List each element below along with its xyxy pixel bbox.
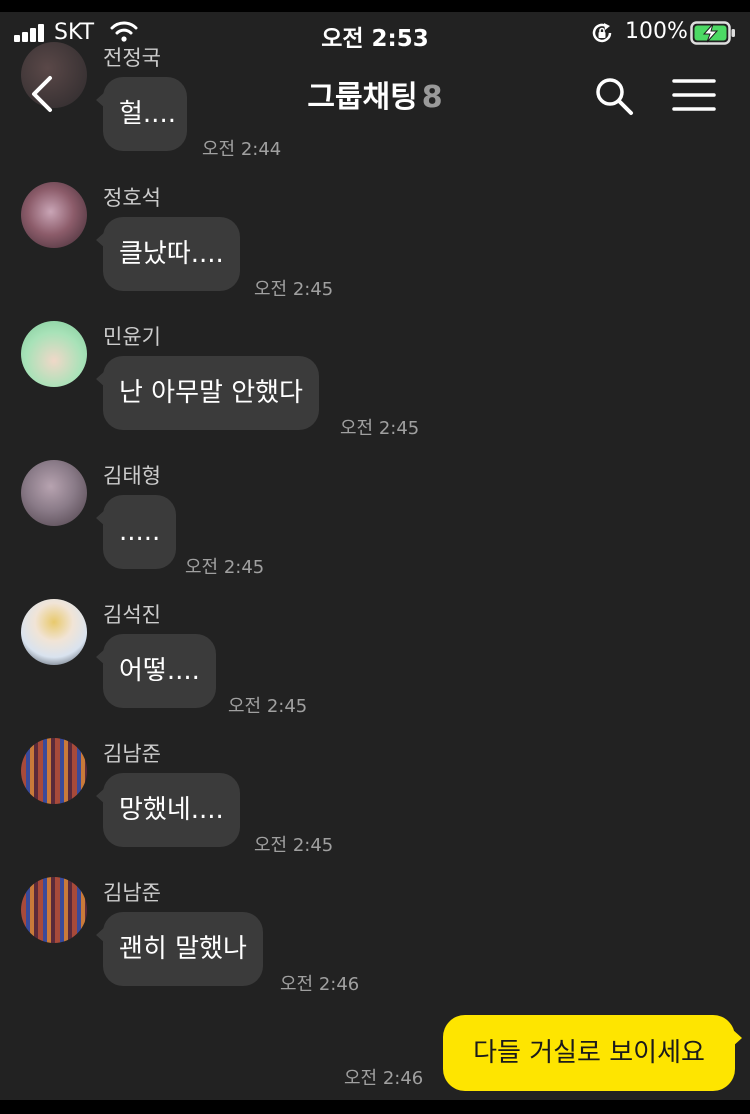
chat-title-text: 그룹채팅 xyxy=(307,80,418,115)
menu-icon[interactable] xyxy=(672,78,716,112)
message-time: 오전 2:44 xyxy=(202,139,282,160)
message-bubble[interactable]: ..... xyxy=(95,495,177,569)
message-time: 오전 2:45 xyxy=(254,835,334,856)
chat-header: 그룹채팅 8 xyxy=(0,52,750,138)
message-bubble[interactable]: 어떻.... xyxy=(96,634,216,708)
sender-name: 김남준 xyxy=(103,742,161,766)
avatar[interactable] xyxy=(21,877,87,943)
search-icon[interactable] xyxy=(594,76,634,116)
message-bubble[interactable]: 난 아무말 안했다 xyxy=(96,356,319,430)
message-time: 오전 2:45 xyxy=(228,696,308,717)
status-bar: SKT 오전 2:53 100% xyxy=(0,12,750,52)
sender-name: 김태형 xyxy=(103,464,161,488)
avatar[interactable] xyxy=(21,599,87,665)
chat-title: 그룹채팅 8 xyxy=(0,72,750,116)
sender-name: 민윤기 xyxy=(103,325,161,349)
message-item: 김석진 어떻.... 오전 2:45 xyxy=(0,599,750,739)
bottom-black-strip xyxy=(0,1100,750,1114)
my-message-bubble[interactable]: 다들 거실로 보이세요 xyxy=(443,1015,742,1091)
avatar[interactable] xyxy=(21,182,87,248)
sender-name: 김남준 xyxy=(103,881,161,905)
message-time: 오전 2:45 xyxy=(340,418,420,439)
battery-charging-icon xyxy=(690,21,735,45)
battery-percent: 100% xyxy=(625,19,688,44)
my-message-time: 오전 2:46 xyxy=(344,1068,424,1089)
rotation-lock-icon xyxy=(592,23,612,43)
message-time: 오전 2:45 xyxy=(185,557,265,578)
message-time: 오전 2:46 xyxy=(280,974,360,995)
message-item: 민윤기 난 아무말 안했다 오전 2:45 xyxy=(0,321,750,461)
message-item: 정호석 클났따.... 오전 2:45 xyxy=(0,182,750,322)
avatar[interactable] xyxy=(21,460,87,526)
message-bubble[interactable]: 클났따.... xyxy=(96,217,240,291)
message-bubble[interactable]: 괜히 말했나 xyxy=(96,912,263,986)
sender-name: 정호석 xyxy=(103,186,161,210)
message-item: 김남준 괜히 말했나 오전 2:46 xyxy=(0,877,750,1017)
message-item: 김태형 ..... 오전 2:45 xyxy=(0,460,750,600)
member-count: 8 xyxy=(421,80,443,115)
message-bubble[interactable]: 망했네.... xyxy=(96,773,240,847)
avatar[interactable] xyxy=(21,738,87,804)
message-list[interactable]: 전정국 헐.... 오전 2:44 정호석 클났따.... 오전 2:45 민윤… xyxy=(0,0,750,1100)
avatar[interactable] xyxy=(21,321,87,387)
message-item: 김남준 망했네.... 오전 2:45 xyxy=(0,738,750,878)
message-time: 오전 2:45 xyxy=(254,279,334,300)
sender-name: 김석진 xyxy=(103,603,161,627)
